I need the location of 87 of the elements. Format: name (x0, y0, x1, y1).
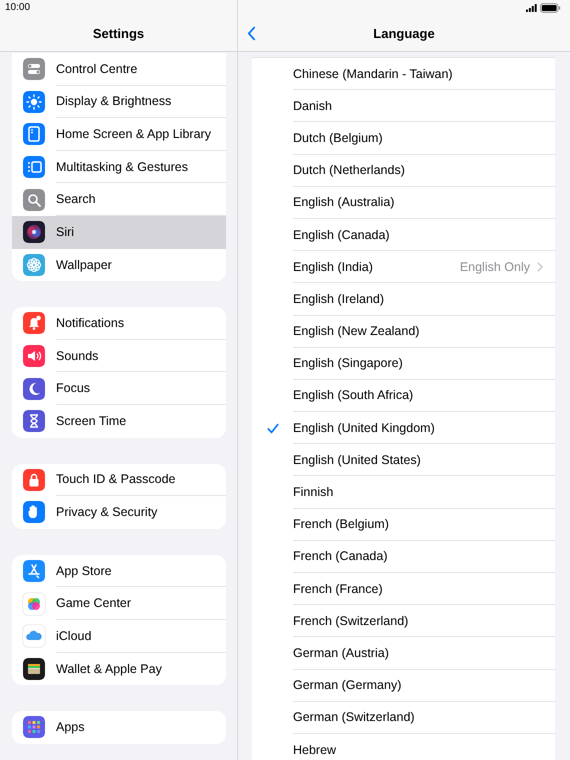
hourglass-icon (23, 410, 45, 432)
flower-icon (23, 254, 45, 276)
language-name: English (South Africa) (293, 388, 414, 402)
language-row[interactable]: English (South Africa) (252, 380, 555, 412)
sidebar-item[interactable]: Siri (12, 216, 226, 249)
language-row[interactable]: German (Switzerland) (252, 702, 555, 734)
language-row[interactable]: English (New Zealand) (252, 316, 555, 348)
language-row[interactable]: French (Belgium) (252, 508, 555, 541)
sidebar-item[interactable]: iCloud (12, 620, 226, 652)
language-row[interactable]: German (Germany) (252, 670, 555, 702)
lock-icon (23, 468, 45, 491)
language-row[interactable]: Dutch (Belgium) (252, 122, 555, 155)
language-row[interactable]: French (Canada) (252, 540, 555, 573)
cloud-icon (23, 625, 45, 648)
language-name: French (Switzerland) (293, 614, 410, 628)
sidebar-item[interactable]: Apps (12, 711, 226, 744)
language-row[interactable]: English (Ireland) (252, 283, 555, 316)
language-row[interactable]: Dutch (Netherlands) (252, 154, 555, 187)
language-name: Dutch (Belgium) (293, 130, 384, 145)
language-name: English (Australia) (293, 195, 396, 210)
back-chevron-icon[interactable] (247, 26, 256, 40)
sidebar-item[interactable]: Screen Time (12, 404, 226, 438)
language-name: Dutch (Netherlands) (293, 163, 406, 178)
app-store-icon (23, 560, 45, 582)
language-row[interactable]: French (France) (252, 573, 555, 606)
language-name: French (France) (293, 582, 384, 596)
sidebar-item[interactable]: Home Screen & App Library (12, 118, 226, 151)
sidebar-item[interactable]: Game Center (12, 587, 226, 620)
language-row[interactable]: French (Switzerland) (252, 605, 555, 638)
language-row[interactable]: Hebrew (252, 734, 555, 760)
chevron-icon (537, 262, 543, 272)
sidebar-item[interactable]: Touch ID & Passcode (12, 464, 226, 496)
language-row[interactable]: English (United States) (252, 444, 555, 476)
language-name: German (Switzerland) (293, 710, 416, 724)
language-name: English (India) (293, 260, 374, 274)
language-name: English (Ireland) (293, 292, 386, 306)
speaker-icon (23, 345, 45, 368)
language-name: English (United States) (293, 452, 422, 467)
language-name: English (Singapore) (293, 356, 404, 370)
language-name: French (Belgium) (293, 517, 390, 532)
language-name: German (Austria) (293, 646, 390, 660)
sidebar-item[interactable]: Multitasking & Gestures (12, 150, 226, 184)
sidebar-item[interactable]: Display & Brightness (12, 86, 226, 118)
grid-icon (23, 716, 45, 738)
language-row[interactable]: English (United Kingdom) (252, 412, 555, 444)
sidebar-item[interactable]: Sounds (12, 340, 226, 372)
sun-icon (23, 90, 45, 113)
control-centre-icon (23, 58, 45, 80)
language-row[interactable]: English (Canada) (252, 218, 555, 252)
page-title: Language (373, 26, 435, 40)
wallet-icon (23, 658, 45, 680)
language-name: Danish (293, 98, 333, 113)
sidebar-item[interactable]: Control Centre (12, 53, 226, 86)
home-screen-icon (23, 123, 45, 146)
sidebar-item[interactable]: Wallet & Apple Pay (12, 652, 226, 686)
language-row[interactable]: English (India) English Only (252, 251, 555, 284)
sidebar-item[interactable]: Focus (12, 372, 226, 405)
language-name: English (New Zealand) (293, 324, 420, 338)
language-detail: English Only (460, 260, 530, 274)
language-name: English (United Kingdom) (293, 420, 436, 435)
language-name: Chinese (Mandarin - Taiwan) (293, 66, 454, 81)
status-time: 10:00 (5, 2, 30, 13)
bell-icon (23, 312, 45, 334)
sidebar-item[interactable]: Notifications (12, 307, 226, 340)
language-name: German (Germany) (293, 678, 402, 692)
language-name: Finnish (293, 485, 334, 500)
hand-icon (23, 501, 45, 524)
language-row[interactable]: English (Singapore) (252, 348, 555, 380)
battery-icon (540, 2, 561, 12)
language-name: English (Canada) (293, 228, 391, 242)
sidebar-item[interactable]: Privacy & Security (12, 496, 226, 529)
sidebar-title: Settings (92, 26, 144, 40)
language-row[interactable]: English (Australia) (252, 186, 555, 219)
bubbles-icon (23, 592, 45, 615)
language-row[interactable]: German (Austria) (252, 637, 555, 670)
sidebar-item[interactable]: Wallpaper (12, 248, 226, 282)
signal-icon (526, 4, 537, 12)
orb-icon (23, 221, 45, 244)
multitasking-icon (23, 156, 45, 178)
search-icon (23, 188, 45, 211)
language-name: Hebrew (293, 742, 338, 757)
language-name: French (Canada) (293, 549, 388, 564)
language-row[interactable]: Danish (252, 90, 555, 122)
sidebar-item[interactable]: App Store (12, 554, 226, 588)
moon-icon (23, 378, 45, 400)
language-row[interactable]: Chinese (Mandarin - Taiwan) (252, 58, 555, 90)
language-row[interactable]: Finnish (252, 476, 555, 509)
